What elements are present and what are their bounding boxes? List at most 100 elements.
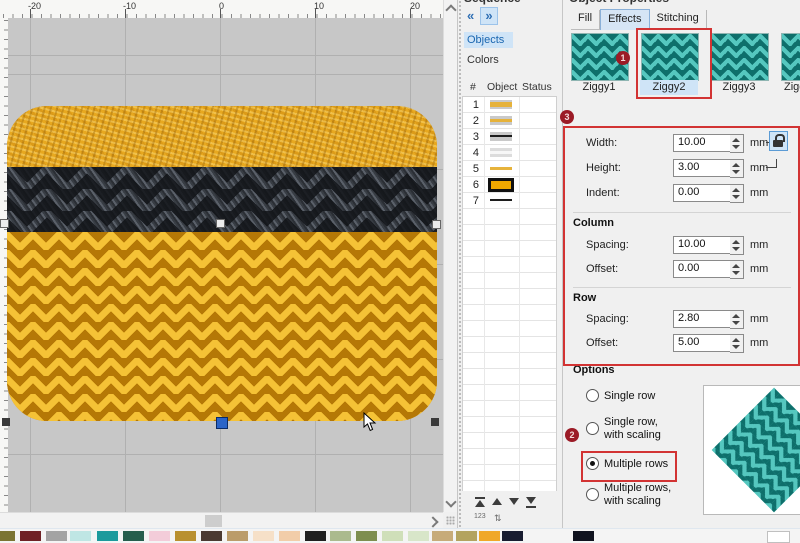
tab-stitching[interactable]: Stitching [650, 10, 707, 29]
palette-swatch[interactable] [432, 531, 453, 541]
pattern-label-ziggy4[interactable]: Zigg [780, 80, 800, 95]
selection-handle-mid-left[interactable] [0, 219, 9, 228]
object-row-number: 7 [465, 195, 479, 207]
object-thumbnail-selected [488, 178, 514, 192]
move-up-button[interactable] [489, 497, 503, 509]
radio-single-row-scaling-label2[interactable]: with scaling [604, 429, 661, 441]
palette-swatch[interactable] [479, 531, 500, 541]
embroidery-app-window: -20 -10 0 10 20 Sequence « » Objects [0, 0, 800, 543]
object-thumbnail [490, 116, 512, 125]
object-thumbnail [490, 100, 512, 109]
object-row-number: 2 [465, 115, 479, 127]
pattern-label-ziggy3[interactable]: Ziggy3 [710, 80, 768, 95]
properties-tab-bar: Fill Effects Stitching [571, 10, 707, 30]
object-row-5[interactable]: 5 [463, 161, 556, 177]
object-row-4[interactable]: 4 [463, 145, 556, 161]
sequence-panel: Sequence « » Objects Colors # Object Sta… [457, 0, 563, 528]
object-thumbnail [490, 148, 512, 157]
expand-right-button[interactable]: » [480, 7, 498, 25]
object-row-number: 5 [465, 163, 479, 175]
selection-handle-bottom-left[interactable] [2, 418, 10, 426]
object-row-1[interactable]: 1 [463, 97, 556, 113]
thread-color-palette [0, 528, 800, 543]
resequence-123-icon[interactable]: 123 [474, 513, 486, 520]
radio-single-row-scaling-label[interactable]: Single row, [604, 416, 658, 428]
tab-fill[interactable]: Fill [571, 10, 600, 29]
radio-single-row-label[interactable]: Single row [604, 390, 655, 402]
pattern-swatch-ziggy4[interactable] [781, 33, 800, 81]
palette-swatch[interactable] [502, 531, 523, 541]
radio-multiple-rows-scaling[interactable] [586, 488, 599, 501]
palette-swatch[interactable] [408, 531, 429, 541]
radio-multiple-rows-scaling-label2[interactable]: with scaling [604, 495, 661, 507]
radio-multiple-rows-scaling-label[interactable]: Multiple rows, [604, 482, 671, 494]
palette-swatch[interactable] [767, 531, 790, 543]
annotation-badge-3: 3 [560, 110, 574, 124]
palette-swatch[interactable] [573, 531, 594, 541]
object-list[interactable]: 1 2 3 4 5 6 7 [462, 96, 557, 491]
palette-swatch[interactable] [175, 531, 196, 541]
pattern-label-ziggy1[interactable]: Ziggy1 [570, 80, 628, 95]
ruler-label: 20 [410, 1, 420, 11]
mouse-cursor-icon [362, 412, 378, 432]
palette-swatch[interactable] [46, 531, 67, 541]
scrollbar-thumb[interactable] [205, 515, 222, 527]
collapse-left-button[interactable]: « [467, 8, 474, 23]
pattern-swatch-ziggy3[interactable] [711, 33, 769, 81]
palette-swatch[interactable] [227, 531, 248, 541]
radio-single-row-scaling[interactable] [586, 422, 599, 435]
sequence-footer-toolbar: 123 ⇅ [468, 495, 558, 525]
object-thumbnail [490, 196, 512, 205]
palette-swatch[interactable] [70, 531, 91, 541]
move-down-button[interactable] [506, 497, 520, 509]
selection-handle-bottom-right[interactable] [431, 418, 439, 426]
tab-effects[interactable]: Effects [600, 9, 649, 30]
radio-single-row[interactable] [586, 389, 599, 402]
column-header-num: # [470, 81, 476, 93]
object-row-number: 6 [465, 179, 479, 191]
object-row-3[interactable]: 3 [463, 129, 556, 145]
selection-handle-mid-right[interactable] [432, 220, 441, 229]
column-header-status: Status [522, 81, 552, 93]
sequence-panel-title: Sequence [464, 0, 521, 5]
annotation-rect-parameters [563, 126, 800, 366]
resize-grip-icon[interactable] [446, 516, 455, 525]
sequence-view-colors[interactable]: Colors [467, 54, 499, 66]
canvas-horizontal-scrollbar[interactable] [0, 512, 443, 529]
palette-swatch[interactable] [356, 531, 377, 541]
selection-handle-bottom-center[interactable] [216, 417, 228, 429]
palette-swatch-row [0, 529, 800, 543]
palette-swatch[interactable] [456, 531, 477, 541]
palette-swatch[interactable] [20, 531, 41, 541]
canvas-vertical-scrollbar[interactable] [443, 0, 458, 512]
object-row-2[interactable]: 2 [463, 113, 556, 129]
ruler-horizontal: -20 -10 0 10 20 [0, 0, 443, 19]
move-to-bottom-button[interactable] [523, 497, 537, 509]
object-thumbnail [490, 164, 512, 173]
column-header-object: Object [487, 81, 517, 93]
scroll-down-icon[interactable] [445, 496, 456, 507]
palette-swatch[interactable] [201, 531, 222, 541]
gold-fill-stitch-region [7, 106, 437, 167]
palette-swatch[interactable] [382, 531, 403, 541]
ruler-label: 0 [219, 1, 224, 11]
palette-swatch[interactable] [97, 531, 118, 541]
palette-swatch[interactable] [123, 531, 144, 541]
palette-swatch[interactable] [279, 531, 300, 541]
resequence-updown-icon[interactable]: ⇅ [494, 513, 502, 524]
object-row-number: 1 [465, 99, 479, 111]
scroll-up-icon[interactable] [445, 4, 456, 15]
object-row-6-selected[interactable]: 6 [463, 177, 556, 193]
palette-swatch[interactable] [253, 531, 274, 541]
object-row-7[interactable]: 7 [463, 193, 556, 209]
design-canvas[interactable] [8, 18, 443, 512]
selection-handle-center[interactable] [216, 219, 225, 228]
palette-swatch[interactable] [149, 531, 170, 541]
sequence-view-objects[interactable]: Objects [464, 32, 513, 48]
embroidery-design-object[interactable] [7, 106, 437, 421]
palette-swatch[interactable] [305, 531, 326, 541]
palette-swatch[interactable] [330, 531, 351, 541]
scroll-right-icon[interactable] [427, 516, 438, 527]
move-to-top-button[interactable] [472, 497, 486, 509]
palette-swatch[interactable] [0, 531, 15, 541]
